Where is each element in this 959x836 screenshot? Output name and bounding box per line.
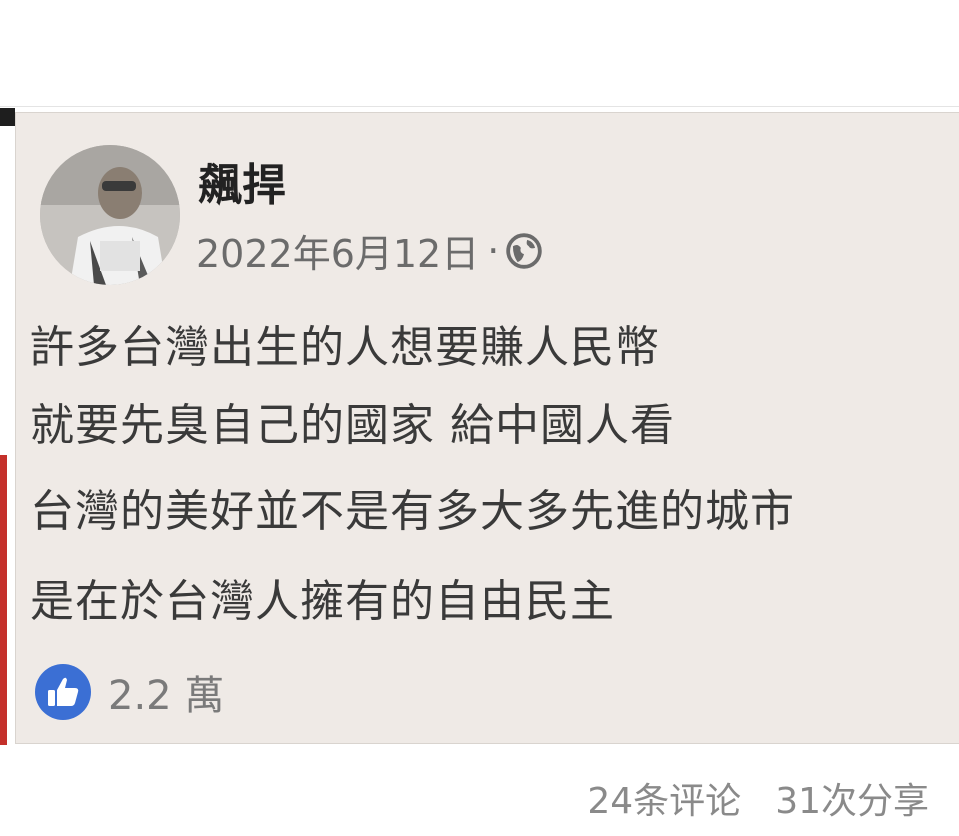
comments-count[interactable]: 24条评论 [587,772,741,824]
like-count: 2.2 萬 [108,673,225,719]
post-text-line-1: 許多台灣出生的人想要賺人民幣 [30,322,660,373]
post-screenshot-card: 飆捍 2022年6月12日 · 許多台灣出生的人想要賺人民幣 就要先臭自己的國家… [15,112,959,744]
post-text-line-2: 就要先臭自己的國家 給中國人看 [30,400,675,451]
top-bar [0,0,959,107]
left-edge-dark-strip [0,108,15,126]
post-meta: 2022年6月12日 · [196,223,543,278]
globe-icon [505,232,543,270]
post-text-line-3: 台灣的美好並不是有多大多先進的城市 [30,486,795,537]
like-icon [34,663,92,721]
post-text-line-4: 是在於台灣人擁有的自由民主 [30,576,615,627]
left-edge-red-strip [0,455,7,745]
meta-separator: · [487,228,500,273]
footer-stats: 24条评论 31次分享 [587,772,929,824]
shares-count[interactable]: 31次分享 [775,772,929,824]
avatar [40,145,180,285]
author-name[interactable]: 飆捍 [198,149,286,213]
post-date[interactable]: 2022年6月12日 [196,223,479,278]
reactions-bar[interactable]: 2.2 萬 [34,663,224,721]
avatar-image [40,145,180,285]
